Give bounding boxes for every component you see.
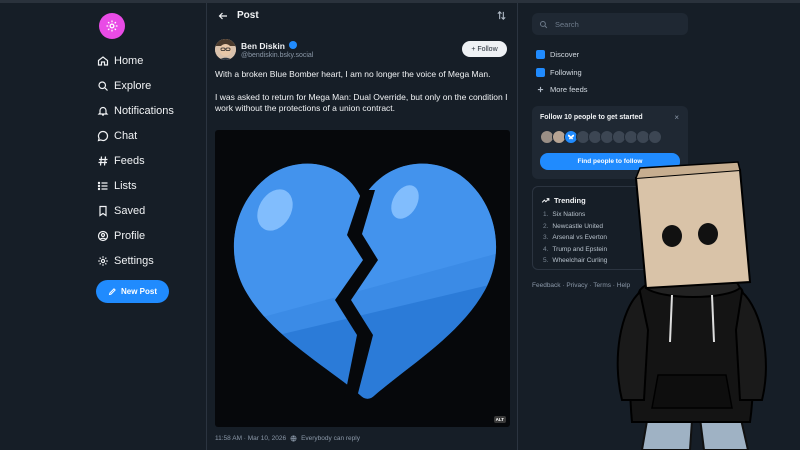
post-timestamp: 11:58 AM · Mar 10, 2026 xyxy=(215,435,287,442)
close-icon[interactable]: × xyxy=(674,113,679,122)
post-paragraph: I was asked to return for Mega Man: Dual… xyxy=(215,91,508,114)
nav-label-lists: Lists xyxy=(114,179,137,192)
nav-label-profile: Profile xyxy=(114,229,146,242)
new-post-label: New Post xyxy=(120,287,157,296)
reply-setting[interactable]: Everybody can reply xyxy=(301,435,360,442)
trending-item[interactable]: 2. Newcastle United xyxy=(543,223,607,235)
page-title: Post xyxy=(237,10,259,21)
bookmark-icon xyxy=(99,205,107,217)
nav-label-chat: Chat xyxy=(114,129,138,142)
back-arrow-icon[interactable] xyxy=(217,10,229,22)
trending-topic: Arsenal vs Everton xyxy=(552,234,607,241)
trending-item[interactable]: 3. Arsenal vs Everton xyxy=(543,234,607,246)
nav-label-home: Home xyxy=(114,54,144,67)
verified-badge-icon xyxy=(289,41,297,49)
following-feed-icon xyxy=(536,67,545,77)
trending-rank: 5. xyxy=(543,257,549,264)
profile-icon xyxy=(97,230,109,241)
list-icon xyxy=(97,181,108,190)
nav-item-profile[interactable]: Profile xyxy=(97,223,207,248)
feed-link-following[interactable]: Following xyxy=(536,64,588,82)
trending-icon xyxy=(541,198,550,203)
follow-card-title: Follow 10 people to get started xyxy=(540,114,643,121)
nav-item-settings[interactable]: Settings xyxy=(97,248,207,273)
feed-label: More feeds xyxy=(550,85,588,95)
nav-item-notifications[interactable]: Notifications xyxy=(97,98,207,123)
avatar-placeholder xyxy=(648,130,662,144)
gear-icon xyxy=(98,255,108,266)
nav-item-chat[interactable]: Chat xyxy=(97,123,207,148)
post-header: Post xyxy=(207,3,519,29)
trending-title-label: Trending xyxy=(554,196,586,205)
trending-title: Trending xyxy=(541,196,586,205)
trending-item[interactable]: 5. Wheelchair Curling xyxy=(543,257,607,269)
trending-rank: 1. xyxy=(543,211,549,218)
post-paragraph: With a broken Blue Bomber heart, I am no… xyxy=(215,69,491,79)
author-avatar-photo xyxy=(215,39,236,60)
paper-bag-character-overlay xyxy=(616,161,767,450)
feed-link-more[interactable]: More feeds xyxy=(536,81,588,99)
post-text: With a broken Blue Bomber heart, I am no… xyxy=(215,69,511,126)
post-meta: 11:58 AM · Mar 10, 2026 Everybody can re… xyxy=(215,435,360,442)
search-placeholder: Search xyxy=(555,19,579,29)
post-thread: Post Ben Diskin @bendiskin.bsky.social +… xyxy=(206,3,518,450)
trending-rank: 2. xyxy=(543,222,549,230)
nav-item-home[interactable]: Home xyxy=(97,48,207,73)
post-image[interactable]: ALT xyxy=(215,130,510,427)
globe-icon xyxy=(290,435,297,442)
compose-icon xyxy=(108,288,116,296)
suggested-avatars xyxy=(540,130,662,144)
nav-item-lists[interactable]: Lists xyxy=(97,173,207,198)
trending-item[interactable]: 4. Trump and Epstein xyxy=(543,246,607,258)
hash-icon xyxy=(98,155,108,166)
trending-topic: Six Nations xyxy=(552,211,586,218)
search-input[interactable]: Search xyxy=(532,13,688,35)
nav-label-feeds: Feeds xyxy=(114,154,145,167)
nav-label-settings: Settings xyxy=(114,254,154,267)
nav-label-explore: Explore xyxy=(114,79,152,92)
nav-label-saved: Saved xyxy=(114,204,146,217)
alt-text-badge[interactable]: ALT xyxy=(493,416,506,423)
nav-label-notifications: Notifications xyxy=(114,104,174,117)
feed-label: Following xyxy=(550,67,582,77)
trending-rank: 4. xyxy=(543,245,549,253)
bell-icon xyxy=(97,106,109,116)
explore-icon xyxy=(98,80,108,91)
home-icon xyxy=(97,55,109,66)
broken-blue-heart-image xyxy=(233,163,497,405)
plus-icon xyxy=(537,87,544,93)
follow-button[interactable]: + Follow xyxy=(462,41,507,57)
author-avatar[interactable] xyxy=(215,39,236,60)
author-handle[interactable]: @bendiskin.bsky.social xyxy=(241,52,313,59)
trending-rank: 3. xyxy=(543,234,549,241)
new-post-button[interactable]: New Post xyxy=(96,280,169,303)
feed-label: Discover xyxy=(550,50,580,60)
chat-icon xyxy=(97,130,109,141)
nav-item-saved[interactable]: Saved xyxy=(97,198,207,223)
trending-list: 1. Six Nations 2. Newcastle United 3. Arsen… xyxy=(543,211,607,269)
author-name[interactable]: Ben Diskin xyxy=(241,41,285,51)
trending-item[interactable]: 1. Six Nations xyxy=(543,211,607,223)
trending-topic: Trump and Epstein xyxy=(552,245,608,253)
settings-logo-icon xyxy=(106,20,118,32)
trending-topic: Newcastle United xyxy=(552,222,603,230)
main-nav: Home Explore Notifications Chat Feeds Li… xyxy=(97,48,207,273)
nav-item-feeds[interactable]: Feeds xyxy=(97,148,207,173)
app-logo[interactable] xyxy=(99,13,125,39)
nav-item-explore[interactable]: Explore xyxy=(97,73,207,98)
search-icon xyxy=(540,20,548,28)
feed-links: Discover Following More feeds xyxy=(536,46,588,99)
feed-link-discover[interactable]: Discover xyxy=(536,46,588,64)
discover-feed-icon xyxy=(536,50,545,60)
sort-icon[interactable] xyxy=(496,10,507,21)
